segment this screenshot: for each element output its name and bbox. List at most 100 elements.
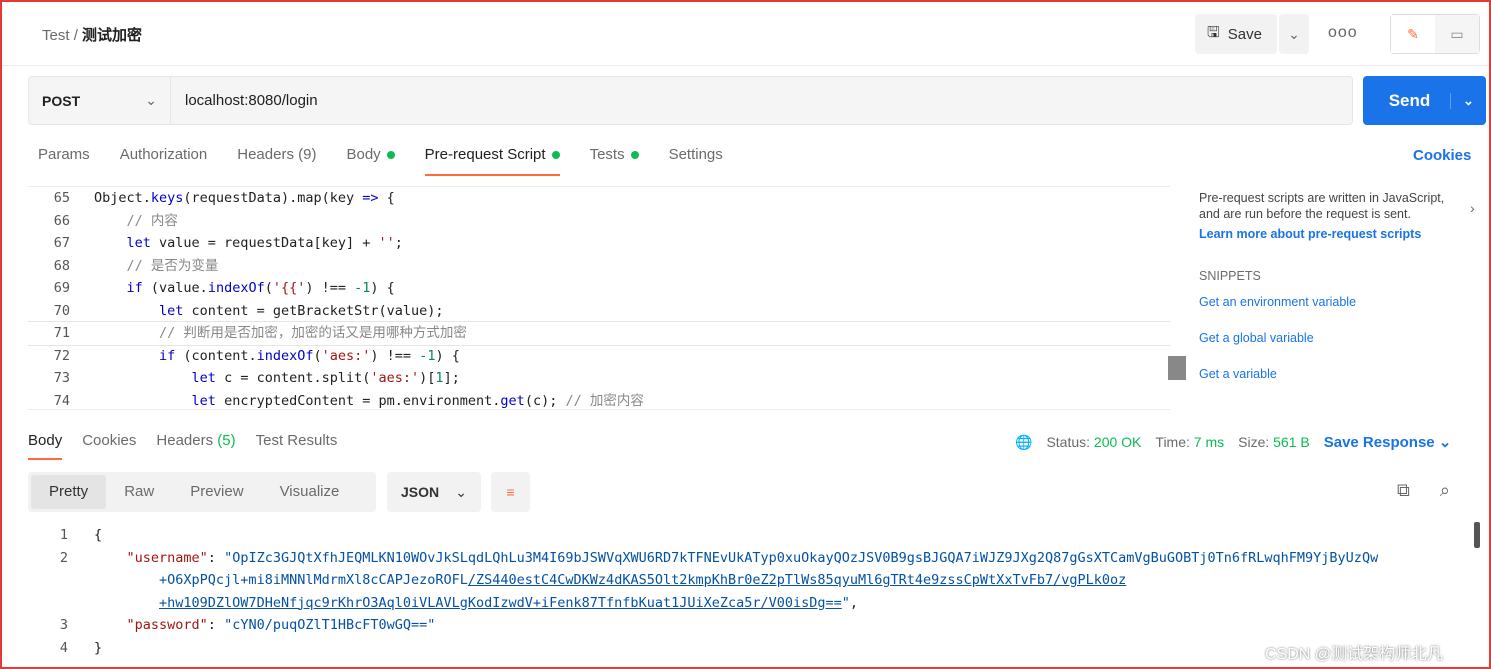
more-options-icon[interactable]: ooo bbox=[1328, 24, 1358, 42]
tab-settings[interactable]: Settings bbox=[669, 146, 723, 176]
save-button[interactable]: 🖫 Save bbox=[1195, 14, 1277, 54]
response-headers-label: Headers bbox=[156, 432, 214, 449]
code-line[interactable]: 72 if (content.indexOf('aes:') !== -1) { bbox=[28, 345, 1170, 368]
code-line[interactable]: 66 // 内容 bbox=[28, 210, 1170, 233]
save-icon: 🖫 bbox=[1207, 23, 1220, 41]
line-number: 71 bbox=[53, 325, 70, 341]
indicator-dot bbox=[386, 151, 395, 160]
breadcrumb-separator: / bbox=[73, 27, 78, 44]
editor-scrollbar[interactable] bbox=[1168, 356, 1186, 380]
time-label: Time: bbox=[1155, 434, 1190, 450]
password-key: "password" bbox=[126, 617, 208, 633]
format-value: JSON bbox=[401, 484, 440, 500]
tab-pre-request-script[interactable]: Pre-request Script bbox=[424, 146, 560, 176]
snippet-link[interactable]: Get an environment variable bbox=[1199, 294, 1454, 310]
code-text: let c = content.split('aes:')[1]; bbox=[191, 370, 460, 386]
comment-icon[interactable]: ▭ bbox=[1435, 15, 1479, 53]
code-text: let value = requestData[key] + ''; bbox=[126, 235, 403, 251]
line-number: 73 bbox=[53, 370, 70, 386]
breadcrumb-collection[interactable]: Test bbox=[42, 27, 70, 44]
format-select[interactable]: JSON ⌄ bbox=[387, 472, 481, 512]
code-line[interactable]: 73 let c = content.split('aes:')[1]; bbox=[28, 367, 1170, 390]
learn-more-link[interactable]: Learn more about pre-request scripts bbox=[1199, 226, 1454, 242]
response-view-modes: Pretty Raw Preview Visualize bbox=[28, 472, 376, 512]
password-value: "cYN0/puqOZlT1HBcFT0wGQ==" bbox=[224, 617, 436, 633]
view-pretty[interactable]: Pretty bbox=[31, 475, 107, 509]
code-text: // 判断用是否加密，加密的话又是用哪种方式加密 bbox=[159, 325, 467, 341]
tab-tests[interactable]: Tests bbox=[590, 146, 639, 176]
script-help-panel: Pre-request scripts are written in JavaS… bbox=[1199, 190, 1454, 382]
code-line[interactable]: 74 let encryptedContent = pm.environment… bbox=[28, 390, 1170, 410]
code-line[interactable]: 65 Object.keys(requestData).map(key => { bbox=[28, 187, 1170, 210]
code-line[interactable]: 68 // 是否为变量 bbox=[28, 255, 1170, 278]
tab-headers[interactable]: Headers (9) bbox=[237, 146, 316, 176]
save-label: Save bbox=[1227, 25, 1262, 43]
save-dropdown-button[interactable]: ⌄ bbox=[1279, 14, 1309, 54]
line-number: 74 bbox=[53, 392, 70, 409]
request-tabs: Params Authorization Headers (9) Body Pr… bbox=[38, 146, 723, 176]
tab-body[interactable]: Body bbox=[346, 146, 395, 176]
wrap-lines-icon[interactable]: ≡ bbox=[491, 472, 530, 512]
response-actions: ⧉ ⌕ bbox=[1397, 480, 1450, 501]
view-raw[interactable]: Raw bbox=[106, 475, 172, 509]
code-line[interactable]: 69 if (value.indexOf('{{') !== -1) { bbox=[28, 277, 1170, 300]
snippet-link[interactable]: Get a variable bbox=[1199, 366, 1454, 382]
globe-icon[interactable]: 🌐 bbox=[1015, 434, 1032, 451]
url-input[interactable]: localhost:8080/login bbox=[171, 76, 1353, 125]
username-value-link[interactable]: /ZS440estC4CwDKWz4dKAS5Olt2kmpKhBr0eZ2pT… bbox=[468, 572, 1126, 588]
line-number: 70 bbox=[53, 302, 70, 319]
save-response-label: Save Response bbox=[1323, 434, 1435, 451]
script-editor[interactable]: 65 Object.keys(requestData).map(key => {6… bbox=[28, 186, 1170, 410]
code-text: if (value.indexOf('{{') !== -1) { bbox=[126, 280, 395, 296]
tab-authorization[interactable]: Authorization bbox=[120, 146, 208, 176]
method-select[interactable]: POST ⌄ bbox=[28, 76, 171, 125]
indicator-dot bbox=[630, 151, 639, 160]
username-value-link[interactable]: +hw109DZlOW7DHeNfjqc9rKhrO3Aql0iVLAVLgKo… bbox=[159, 595, 842, 611]
line-number: 68 bbox=[53, 257, 70, 274]
tab-pre-request-label: Pre-request Script bbox=[424, 146, 546, 163]
code-text: if (content.indexOf('aes:') !== -1) { bbox=[159, 347, 460, 364]
response-tabs: Body Cookies Headers (5) Test Results bbox=[28, 432, 337, 460]
code-text: Object.keys(requestData).map(key => { bbox=[94, 190, 395, 206]
view-toggle: ✎ ▭ bbox=[1390, 14, 1480, 54]
line-number: 72 bbox=[53, 347, 70, 364]
username-value-cont: +O6XpPQcjl+mi8iMNNlMdrmXl8cCAPJezoROFL bbox=[159, 572, 468, 588]
response-line: +hw109DZlOW7DHeNfjqc9rKhrO3Aql0iVLAVLgKo… bbox=[159, 594, 859, 611]
line-number: 66 bbox=[53, 212, 70, 229]
send-button[interactable]: Send ⌄ bbox=[1363, 76, 1486, 125]
response-tab-test-results[interactable]: Test Results bbox=[256, 432, 338, 460]
response-tab-cookies[interactable]: Cookies bbox=[82, 432, 136, 460]
response-line: 3 "password": "cYN0/puqOZlT1HBcFT0wGQ==" bbox=[59, 617, 436, 633]
tab-params[interactable]: Params bbox=[38, 146, 90, 176]
tab-headers-label: Headers bbox=[237, 146, 294, 163]
edit-icon[interactable]: ✎ bbox=[1391, 15, 1435, 53]
view-preview[interactable]: Preview bbox=[172, 475, 261, 509]
status-label: Status: bbox=[1046, 434, 1091, 450]
size-label: Size: bbox=[1238, 434, 1270, 450]
code-line[interactable]: 67 let value = requestData[key] + ''; bbox=[28, 232, 1170, 255]
method-value: POST bbox=[42, 92, 81, 109]
send-dropdown-icon[interactable]: ⌄ bbox=[1450, 92, 1486, 109]
size-value: 561 B bbox=[1273, 434, 1310, 450]
username-key: "username" bbox=[126, 549, 208, 566]
code-line[interactable]: 70 let content = getBracketStr(value); bbox=[28, 300, 1170, 323]
code-text: // 内容 bbox=[126, 212, 178, 229]
copy-icon[interactable]: ⧉ bbox=[1397, 480, 1410, 501]
response-line: 1{ bbox=[59, 527, 103, 543]
request-name[interactable]: 测试加密 bbox=[82, 27, 142, 44]
search-icon[interactable]: ⌕ bbox=[1440, 480, 1450, 501]
indicator-dot bbox=[551, 151, 560, 160]
chevron-right-icon[interactable]: › bbox=[1470, 200, 1475, 216]
response-meta: 🌐 Status: 200 OK Time: 7 ms Size: 561 B … bbox=[1015, 433, 1452, 452]
response-tab-headers[interactable]: Headers (5) bbox=[156, 432, 235, 460]
view-visualize[interactable]: Visualize bbox=[262, 475, 358, 509]
time-value: 7 ms bbox=[1193, 434, 1225, 450]
response-tab-body[interactable]: Body bbox=[28, 432, 63, 460]
code-line[interactable]: 71 // 判断用是否加密，加密的话又是用哪种方式加密 bbox=[28, 321, 1170, 346]
response-scrollbar[interactable] bbox=[1474, 522, 1480, 548]
cookies-link[interactable]: Cookies bbox=[1413, 147, 1471, 164]
save-response-button[interactable]: Save Response ⌄ bbox=[1324, 433, 1452, 451]
response-body: 1{ 2 "username": "OpIZc3GJQtXfhJEQMLKN10… bbox=[28, 524, 1468, 659]
snippet-link[interactable]: Get a global variable bbox=[1199, 330, 1454, 346]
tab-body-label: Body bbox=[346, 146, 381, 163]
